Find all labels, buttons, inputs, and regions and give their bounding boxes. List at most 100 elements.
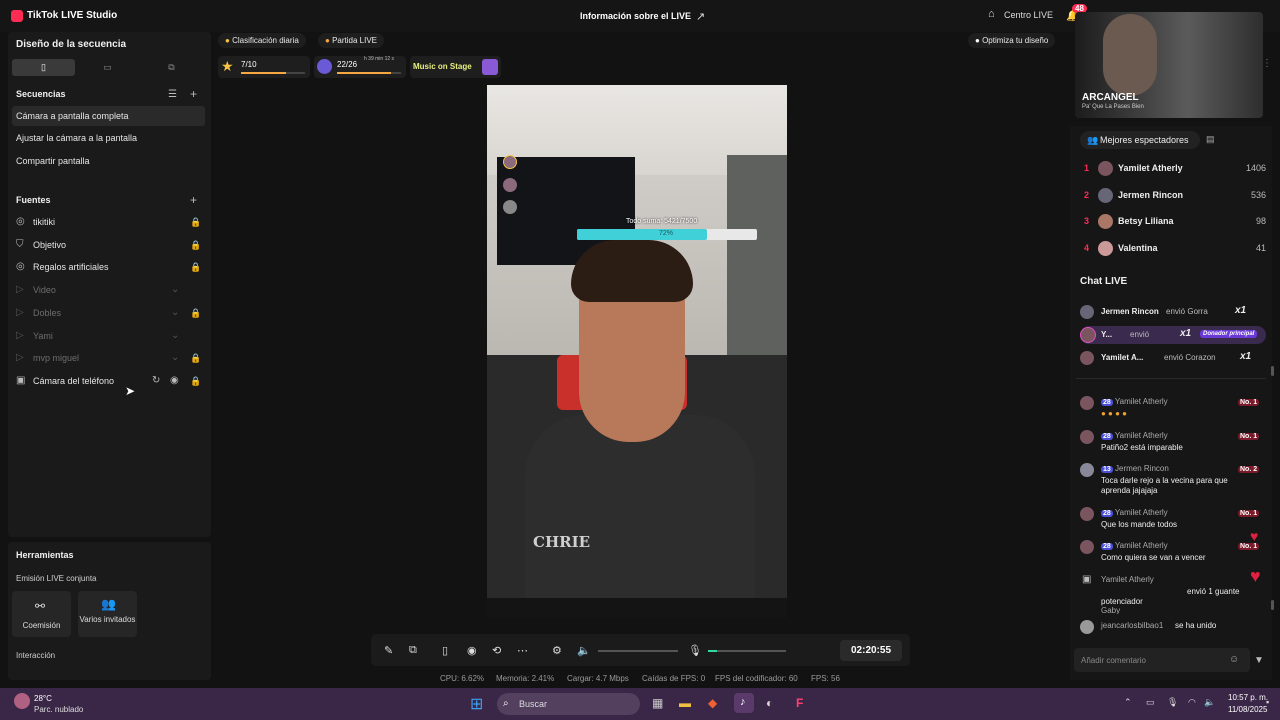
top-viewers-pill[interactable]: 👥 Mejores espectadores xyxy=(1080,131,1200,149)
more-icon[interactable]: ⋮ xyxy=(1262,58,1272,69)
weather-temp[interactable]: 28°C xyxy=(34,694,52,703)
phone-icon[interactable]: ▯ xyxy=(442,644,448,657)
message-icon[interactable]: ▤ xyxy=(1206,134,1215,145)
cohost-button[interactable]: ⚯ Coemisión xyxy=(12,591,71,637)
list-icon[interactable]: ☰ xyxy=(168,89,177,101)
taskbar-search[interactable]: ⌕ Buscar xyxy=(497,693,640,715)
memory-stat: Memoria: 2.41% xyxy=(496,674,555,683)
gift-sender: Y... xyxy=(1101,330,1113,339)
settings-sliders-icon[interactable]: ⚙ xyxy=(552,644,562,657)
lock-icon[interactable]: 🔒 xyxy=(190,216,201,228)
source-item-tikitiki[interactable]: tikitiki xyxy=(33,217,55,227)
more-icon[interactable]: ⋯ xyxy=(517,644,528,657)
dual-layout-button[interactable]: ⧉ xyxy=(140,59,203,76)
chat-scrollbar[interactable] xyxy=(1271,600,1274,610)
live-match-pill[interactable]: ● Partida LIVE xyxy=(318,33,384,48)
replay-icon[interactable]: ⟲ xyxy=(492,644,501,657)
volume-slider[interactable] xyxy=(598,650,678,652)
sequence-item-fit[interactable]: Ajustar la cámara a la pantalla xyxy=(16,133,137,143)
star-goal-widget[interactable]: ★ 7/10 xyxy=(218,56,310,78)
portrait-layout-button[interactable]: ▯ xyxy=(12,59,75,76)
optimize-design-pill[interactable]: ● Optimiza tu diseño xyxy=(968,33,1056,48)
top-viewer-row[interactable]: 4 Valentina 41 xyxy=(1080,239,1266,259)
source-item-regalos[interactable]: Regalos artificiales xyxy=(33,262,109,272)
emoji-icon[interactable]: ☺ xyxy=(1229,654,1239,665)
cpu-stat: CPU: 6.62% xyxy=(440,674,485,683)
avatar xyxy=(1080,463,1094,477)
landscape-layout-button[interactable]: ▭ xyxy=(76,59,139,76)
lock-icon[interactable]: 🔒 xyxy=(190,375,201,387)
refresh-icon[interactable]: ↻ xyxy=(152,375,160,387)
filter-icon[interactable]: ▼ xyxy=(1254,655,1264,666)
tikfinity-icon[interactable]: F xyxy=(796,696,803,710)
top-viewer-row[interactable]: 2 Jermen Rincon 536 xyxy=(1080,186,1266,206)
chat-scrollbar[interactable] xyxy=(1271,366,1274,376)
stage-bottom-bar xyxy=(487,598,787,618)
tray-chevron-icon[interactable]: ⌃ xyxy=(1124,697,1132,708)
chevron-down-icon[interactable]: ⌄ xyxy=(171,284,179,296)
lock-icon[interactable]: 🔒 xyxy=(190,307,201,319)
lock-icon[interactable]: 🔒 xyxy=(190,261,201,273)
encoder-fps-stat: FPS del codificador: 60 xyxy=(715,674,798,683)
eye-icon[interactable]: ◉ xyxy=(170,375,179,387)
magic-wand-icon[interactable]: ✎ xyxy=(384,644,393,657)
mic-slider[interactable] xyxy=(708,650,786,652)
add-source-icon[interactable]: + xyxy=(190,194,197,206)
file-explorer-icon[interactable]: ▬ xyxy=(679,696,691,710)
record-icon[interactable]: ◉ xyxy=(467,644,477,657)
gift-count: x1 xyxy=(1235,305,1247,316)
volume-tray-icon[interactable]: 🔈 xyxy=(1204,697,1215,708)
brave-icon[interactable]: ◆ xyxy=(708,696,717,710)
comment-input[interactable]: Añadir comentario ☺ xyxy=(1074,648,1250,672)
top-viewer-row[interactable]: 1 Yamilet Atherly 1406 xyxy=(1080,159,1266,179)
sequences-title: Secuencias xyxy=(16,89,66,99)
home-icon[interactable]: ⌂ xyxy=(988,8,995,20)
source-item-yami[interactable]: Yami xyxy=(33,331,53,341)
chevron-down-icon[interactable]: ⌄ xyxy=(171,352,179,364)
avatar xyxy=(1080,351,1094,365)
source-item-objetivo[interactable]: Objetivo xyxy=(33,240,66,250)
multi-guest-button[interactable]: 👥 Varios invitados xyxy=(78,591,137,637)
tray-app-icon[interactable]: ▭ xyxy=(1146,697,1155,708)
source-item-phone-camera[interactable]: Cámara del teléfono xyxy=(33,376,114,386)
orb-goal-widget[interactable]: 22/26 h 39 min 12 s xyxy=(314,56,406,78)
obs-icon[interactable]: ◐ xyxy=(766,696,773,710)
clock-date[interactable]: 11/08/2025 xyxy=(1228,705,1267,714)
add-sequence-icon[interactable]: + xyxy=(190,88,197,100)
daily-rank-pill[interactable]: ● Clasificación diaria xyxy=(218,33,306,48)
shirt-print: CHRIE xyxy=(533,533,591,551)
tiktok-logo-icon xyxy=(11,10,23,22)
chevron-down-icon[interactable]: ⌄ xyxy=(171,307,179,319)
chat-username: Yamilet Atherly xyxy=(1114,541,1168,550)
source-item-mvp-miguel[interactable]: mvp miguel xyxy=(33,353,79,363)
live-info-title[interactable]: Información sobre el LIVE xyxy=(580,11,691,21)
effects-icon[interactable]: ⧉ xyxy=(409,644,417,657)
task-view-icon[interactable]: ▦ xyxy=(652,696,663,710)
source-item-video[interactable]: Video xyxy=(33,285,56,295)
lock-icon[interactable]: 🔒 xyxy=(190,352,201,364)
avatar xyxy=(1098,241,1113,256)
weather-desc[interactable]: Parc. nublado xyxy=(34,705,83,714)
wifi-icon[interactable]: ◠ xyxy=(1188,697,1196,708)
notification-center-icon[interactable]: ▪ xyxy=(1266,697,1269,707)
source-item-dobles[interactable]: Dobles xyxy=(33,308,61,318)
goal-percent: 72% xyxy=(659,230,674,237)
gift-notification: Jermen Rincon envió Gorra x1 xyxy=(1080,304,1266,322)
lock-icon[interactable]: 🔒 xyxy=(190,239,201,251)
sequence-item-fullscreen[interactable]: Cámara a pantalla completa xyxy=(16,111,129,121)
microphone-icon[interactable]: 🎙 xyxy=(688,644,702,657)
centro-live-link[interactable]: Centro LIVE xyxy=(1004,10,1053,20)
chevron-down-icon[interactable]: ⌄ xyxy=(171,330,179,342)
windows-start-icon[interactable]: ⊞ xyxy=(470,694,483,714)
top-viewer-row[interactable]: 3 Betsy Liliana 98 xyxy=(1080,212,1266,232)
clock-time[interactable]: 10:57 p. m. xyxy=(1228,693,1268,702)
host-name: ARCANGEL xyxy=(1082,92,1139,103)
tiktok-app-icon[interactable]: ♪ xyxy=(734,693,754,713)
live-preview[interactable]: Todo suma: 5421/7500 72% CHRIE xyxy=(487,85,787,618)
gift-text: envió Corazon xyxy=(1164,353,1216,362)
share-icon[interactable]: ↗ xyxy=(696,10,705,23)
music-on-stage-widget[interactable]: Music on Stage xyxy=(410,56,501,78)
sequence-item-share-screen[interactable]: Compartir pantalla xyxy=(16,156,90,166)
speaker-icon[interactable]: 🔈 xyxy=(577,644,591,657)
microphone-tray-icon[interactable]: 🎙 xyxy=(1167,697,1178,708)
